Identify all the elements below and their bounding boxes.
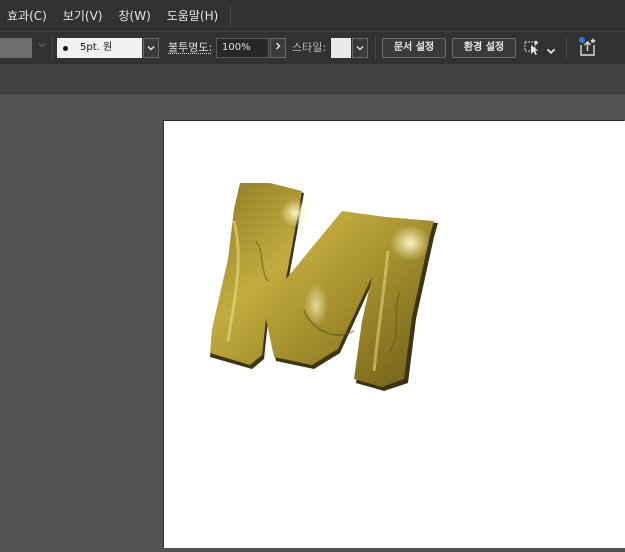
brush-definition-field[interactable]: 5pt. 원 — [57, 38, 142, 58]
chevron-right-icon — [275, 42, 281, 50]
opacity-expand-button[interactable] — [270, 38, 286, 58]
document-setup-button[interactable]: 문서 설정 — [382, 38, 446, 58]
menu-window[interactable]: 창(W) — [118, 7, 150, 24]
divider — [375, 37, 376, 59]
menu-help[interactable]: 도움말(H) — [167, 7, 219, 24]
fill-dropdown-chevron-icon[interactable] — [36, 39, 48, 57]
fill-color-swatch[interactable] — [0, 38, 32, 58]
highlight — [390, 225, 430, 261]
artboard[interactable] — [164, 121, 625, 548]
brush-definition-value: 5pt. 원 — [80, 42, 113, 53]
opacity-input[interactable]: 100% — [216, 38, 269, 58]
menu-divider — [230, 5, 232, 26]
select-similar-icon[interactable] — [523, 39, 543, 57]
style-label: 스타일: — [292, 41, 327, 54]
highlight — [304, 283, 328, 327]
brush-dot-icon — [63, 45, 68, 51]
menu-effect[interactable]: 효과(C) — [7, 7, 47, 24]
menu-view[interactable]: 보기(V) — [63, 7, 103, 24]
graphic-style-swatch[interactable] — [331, 38, 351, 58]
style-dropdown-button[interactable] — [352, 38, 368, 58]
gold-letter-artwork[interactable] — [164, 121, 625, 548]
letter-body — [210, 183, 434, 387]
share-upload-icon[interactable] — [576, 36, 600, 58]
chevron-down-icon — [356, 45, 364, 51]
chevron-down-icon[interactable] — [545, 42, 557, 55]
control-bar: 5pt. 원 불투명도: 100% 스타일: 문서 설정 환경 설정 — [0, 31, 625, 64]
document-tab-strip — [0, 64, 625, 94]
divider — [566, 37, 567, 59]
brush-dropdown-button[interactable] — [143, 38, 159, 58]
chevron-down-icon — [147, 45, 155, 51]
menu-bar: 효과(C) 보기(V) 창(W) 도움말(H) — [0, 0, 625, 31]
preferences-button[interactable]: 환경 설정 — [452, 38, 516, 58]
highlight — [280, 199, 312, 227]
opacity-label[interactable]: 불투명도: — [168, 38, 212, 58]
divider — [52, 37, 53, 59]
